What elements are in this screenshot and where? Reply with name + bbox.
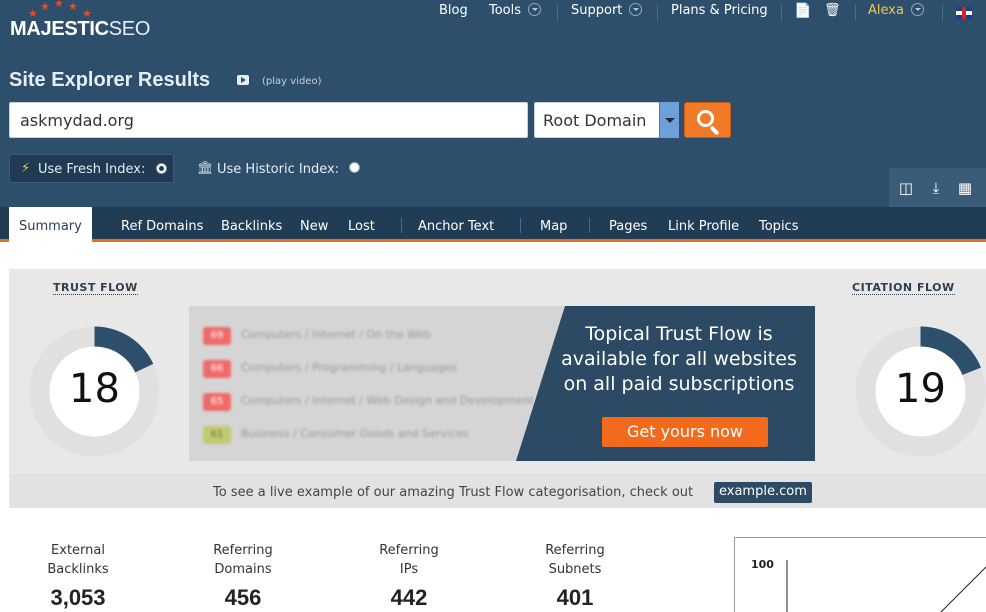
- play-video-icon[interactable]: [237, 75, 249, 85]
- flow-metric-chart: 100: [734, 537, 986, 612]
- nav-divider: [942, 5, 943, 21]
- nav-user-label: Alexa: [868, 3, 904, 18]
- stat-label: External Backlinks: [47, 543, 109, 577]
- search-button[interactable]: [684, 102, 731, 138]
- stat-external-backlinks: External Backlinks 3,053: [18, 541, 138, 611]
- tab-summary[interactable]: Summary: [9, 207, 92, 242]
- tab-backlinks[interactable]: Backlinks: [221, 219, 282, 234]
- historic-index-option[interactable]: 🏛 Use Historic Index:: [197, 161, 360, 177]
- tab-anchor-text[interactable]: Anchor Text: [418, 219, 494, 234]
- fresh-index-radio[interactable]: [156, 163, 167, 174]
- play-video-link[interactable]: (play video): [262, 76, 321, 87]
- majestic-logo[interactable]: MAJESTICSEO: [10, 18, 150, 41]
- chevron-down-icon[interactable]: [659, 102, 679, 138]
- stat-referring-domains: Referring Domains 456: [183, 541, 303, 611]
- tab-divider: [401, 218, 402, 233]
- logo-text-light: SEO: [108, 18, 151, 40]
- fresh-index-label: Use Fresh Index:: [38, 162, 146, 177]
- trust-flow-value: 18: [69, 366, 120, 412]
- nav-tools[interactable]: Tools: [489, 3, 542, 18]
- report-icon[interactable]: 📄: [794, 3, 811, 19]
- topical-trust-flow-teaser: 69 Computers / Internet / On the Web 66 Co…: [189, 306, 815, 461]
- stat-label: Referring Domains: [213, 543, 273, 577]
- nav-support-label: Support: [571, 3, 623, 18]
- stat-value[interactable]: 442: [349, 585, 469, 611]
- nav-divider: [657, 5, 658, 21]
- trust-flow-label[interactable]: TRUST FLOW: [53, 281, 138, 295]
- chart-plot: [786, 560, 986, 612]
- nav-divider: [557, 5, 558, 21]
- page-title: Site Explorer Results: [9, 69, 211, 91]
- stat-value[interactable]: 3,053: [18, 585, 138, 611]
- bank-icon: 🏛: [197, 161, 214, 176]
- nav-plans[interactable]: Plans & Pricing: [671, 3, 768, 18]
- report-builder-icon[interactable]: ▦: [957, 180, 973, 196]
- teaser-headline: Topical Trust Flow is available for all …: [561, 323, 797, 395]
- chevron-down-icon: [910, 3, 924, 16]
- lightning-icon: ⚡: [21, 161, 31, 176]
- logo-text-bold: MAJESTIC: [10, 18, 109, 40]
- stat-label: Referring IPs: [379, 543, 439, 577]
- trash-icon[interactable]: 🗑: [824, 3, 841, 18]
- fresh-index-option[interactable]: ⚡ Use Fresh Index:: [9, 154, 174, 183]
- nav-divider: [855, 5, 856, 21]
- result-tabs: Summary Ref Domains Backlinks New Lost A…: [0, 207, 986, 242]
- search-input[interactable]: askmydad.org: [9, 102, 528, 138]
- search-icon-handle: [709, 125, 720, 136]
- citation-flow-label[interactable]: CITATION FLOW: [852, 281, 955, 295]
- historic-index-label: Use Historic Index:: [217, 162, 340, 177]
- nav-blog[interactable]: Blog: [439, 3, 468, 18]
- tab-pages[interactable]: Pages: [609, 219, 647, 234]
- example-link[interactable]: example.com: [714, 482, 812, 503]
- nav-tools-label: Tools: [489, 3, 522, 18]
- get-yours-now-button[interactable]: Get yours now: [602, 417, 768, 447]
- stat-label: Referring Subnets: [545, 543, 605, 577]
- add-bucket-icon[interactable]: ◫: [898, 180, 914, 196]
- nav-support[interactable]: Support: [571, 3, 643, 18]
- top-navigation: Blog Tools Support Plans & Pricing 📄 🗑 A…: [0, 3, 986, 21]
- site-header: ★ ★ ★ ★ ★ MAJESTICSEO Blog Tools Support…: [0, 0, 986, 242]
- citation-flow-value: 19: [895, 366, 946, 412]
- tab-map[interactable]: Map: [540, 219, 567, 234]
- stat-referring-ips: Referring IPs 442: [349, 541, 469, 611]
- tab-ref-domains[interactable]: Ref Domains: [121, 219, 203, 234]
- tab-divider: [589, 218, 590, 233]
- search-icon: [697, 110, 714, 127]
- nav-user[interactable]: Alexa: [868, 3, 924, 18]
- uk-flag-icon[interactable]: [956, 7, 972, 19]
- tab-topics[interactable]: Topics: [759, 219, 798, 234]
- nav-divider: [781, 5, 782, 21]
- tab-link-profile[interactable]: Link Profile: [668, 219, 739, 234]
- export-toolbar: ◫ ⤓ ▦: [889, 168, 986, 208]
- download-icon[interactable]: ⤓: [928, 180, 944, 196]
- tab-divider: [520, 218, 521, 233]
- tab-new[interactable]: New: [300, 219, 328, 234]
- historic-index-radio[interactable]: [349, 162, 360, 173]
- tab-lost[interactable]: Lost: [348, 219, 375, 234]
- stat-referring-subnets: Referring Subnets 401: [515, 541, 635, 611]
- example-text: To see a live example of our amazing Tru…: [213, 485, 694, 500]
- stat-value[interactable]: 401: [515, 585, 635, 611]
- chevron-down-icon: [629, 3, 643, 16]
- stat-value[interactable]: 456: [183, 585, 303, 611]
- scope-select[interactable]: Root Domain: [534, 102, 679, 138]
- chevron-down-icon: [528, 3, 542, 16]
